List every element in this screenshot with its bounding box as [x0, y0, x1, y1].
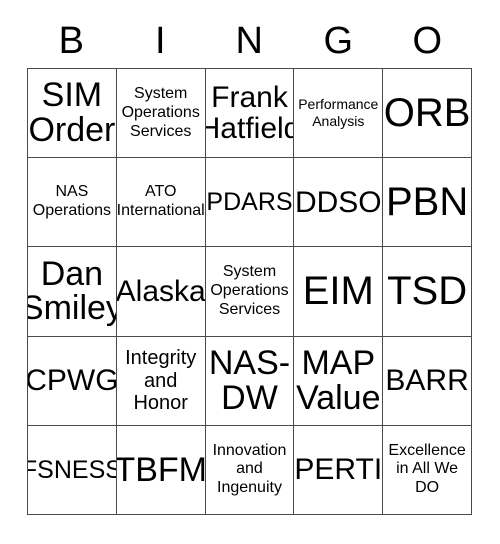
bingo-cell[interactable]: PERTI — [294, 425, 384, 515]
bingo-cell[interactable]: Excellence in All We DO — [383, 425, 472, 515]
bingo-cell-label: Excellence in All We DO — [388, 441, 466, 497]
bingo-header-row: B I N G O — [27, 14, 472, 68]
bingo-cell[interactable]: TBFM — [116, 425, 206, 515]
bingo-cell-label: PBN — [385, 180, 469, 225]
bingo-cell[interactable]: PDARS — [205, 158, 295, 248]
bingo-cell-label: Innovation and Ingenuity — [212, 441, 287, 497]
bingo-cell-label: Integrity and Honor — [125, 347, 197, 414]
bingo-cell[interactable]: TSD — [383, 247, 472, 337]
bingo-cell[interactable]: System Operations Services — [205, 247, 295, 337]
bingo-cell[interactable]: NAS- DW — [205, 336, 295, 426]
bingo-cell[interactable]: NAS Operations — [28, 158, 117, 248]
bingo-header-letter-n: N — [235, 20, 264, 62]
bingo-cell-label: ATO International — [116, 183, 205, 220]
bingo-cell-label: TBFM — [116, 450, 206, 489]
bingo-cell-label: Performance Analysis — [298, 96, 379, 130]
bingo-cell-label: FSNESS — [28, 455, 116, 484]
bingo-cell[interactable]: FSNESS — [28, 425, 117, 515]
bingo-cell[interactable]: System Operations Services — [116, 69, 206, 159]
bingo-header-letter-g: G — [323, 20, 354, 62]
bingo-cell[interactable]: ATO International — [116, 158, 206, 248]
bingo-cell[interactable]: Performance Analysis — [294, 69, 384, 159]
bingo-cell-label: MAP Value — [296, 344, 381, 417]
bingo-cell-label: System Operations Services — [121, 84, 200, 140]
bingo-cell-label: PDARS — [206, 188, 293, 217]
bingo-cell-label: PERTI — [294, 453, 383, 487]
bingo-cell[interactable]: BARR — [383, 336, 472, 426]
bingo-cell[interactable]: Innovation and Ingenuity — [205, 425, 295, 515]
bingo-cell[interactable]: CPWG — [28, 336, 117, 426]
bingo-cell[interactable]: MAP Value — [294, 336, 384, 426]
bingo-cell-label: Frank Hatfield — [206, 80, 294, 146]
bingo-cell-label: ORB — [383, 91, 471, 136]
bingo-cell-label: EIM — [302, 269, 374, 314]
bingo-cell-label: NAS Operations — [32, 183, 112, 220]
bingo-cell[interactable]: Dan Smiley — [28, 247, 117, 337]
bingo-card: B I N G O SIM Order System Operations Se… — [0, 0, 500, 544]
bingo-cell-label: DDSO — [294, 185, 382, 219]
bingo-cell-label: BARR — [385, 364, 469, 398]
bingo-cell-label: CPWG — [28, 364, 117, 398]
bingo-cell[interactable]: Integrity and Honor — [116, 336, 206, 426]
bingo-cell-label: NAS- DW — [208, 344, 291, 417]
bingo-header-letter-b: B — [58, 20, 85, 62]
bingo-cell[interactable]: PBN — [383, 158, 472, 248]
bingo-cell-label: Dan Smiley — [28, 254, 116, 328]
bingo-cell-label: TSD — [387, 269, 468, 314]
bingo-cell[interactable]: SIM Order — [28, 69, 117, 159]
bingo-header-letter-o: O — [412, 20, 443, 62]
bingo-cell-label: Alaska — [116, 274, 206, 308]
bingo-cell[interactable]: DDSO — [294, 158, 384, 248]
bingo-cell[interactable]: EIM — [294, 247, 384, 337]
bingo-header-letter-i: I — [154, 20, 167, 62]
bingo-cell-label: SIM Order — [28, 76, 116, 150]
bingo-cell[interactable]: Frank Hatfield — [205, 69, 295, 159]
bingo-cell-label: System Operations Services — [210, 263, 289, 318]
bingo-grid: SIM Order System Operations Services Fra… — [27, 68, 472, 515]
bingo-cell[interactable]: ORB — [383, 69, 472, 159]
bingo-cell[interactable]: Alaska — [116, 247, 206, 337]
